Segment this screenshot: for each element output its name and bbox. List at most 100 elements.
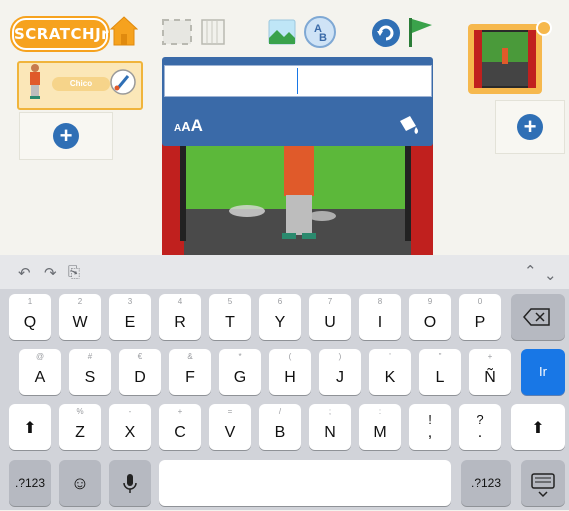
key-hint: = bbox=[227, 407, 233, 416]
key-label: D bbox=[134, 369, 146, 386]
keyboard-toolbar bbox=[0, 255, 569, 289]
key-label: O bbox=[423, 314, 437, 331]
emoji-icon[interactable]: ☺ bbox=[59, 460, 101, 506]
key-f[interactable]: & F bbox=[169, 349, 211, 395]
key-n-tilde[interactable]: + Ñ bbox=[469, 349, 511, 395]
key-label: H bbox=[284, 369, 296, 386]
next-field-icon[interactable]: ⌄ bbox=[544, 266, 557, 284]
key-label: Y bbox=[274, 314, 286, 331]
key-hint: 0 bbox=[477, 297, 483, 306]
text-tool-icon[interactable]: A B bbox=[303, 15, 337, 49]
key-v[interactable]: = V bbox=[209, 404, 251, 450]
key-label: X bbox=[124, 424, 136, 441]
key-label: Ñ bbox=[484, 369, 496, 386]
numbers-key-right[interactable]: .?123 bbox=[461, 460, 511, 506]
backspace-key[interactable] bbox=[511, 294, 565, 340]
microphone-glyph bbox=[123, 474, 137, 493]
font-size-button[interactable]: AAA bbox=[174, 116, 220, 140]
key-n[interactable]: ; N bbox=[309, 404, 351, 450]
key-s[interactable]: # S bbox=[69, 349, 111, 395]
text-input[interactable] bbox=[164, 65, 432, 97]
key-label: R bbox=[174, 314, 186, 331]
key-w[interactable]: 2W bbox=[59, 294, 101, 340]
character-name-label: Chico bbox=[52, 77, 110, 91]
keyboard-glyph bbox=[531, 473, 555, 498]
svg-text:B: B bbox=[319, 32, 327, 44]
key-q[interactable]: 1Q bbox=[9, 294, 51, 340]
key-o[interactable]: 9O bbox=[409, 294, 451, 340]
key-label: W bbox=[72, 314, 88, 331]
key-u[interactable]: 7U bbox=[309, 294, 351, 340]
key-label: . bbox=[477, 424, 483, 441]
add-character-button[interactable]: + bbox=[19, 112, 113, 160]
key-hint: / bbox=[278, 407, 282, 416]
paint-editor-icon[interactable] bbox=[109, 68, 137, 96]
fullscreen-icon[interactable] bbox=[160, 17, 194, 47]
key-hint: % bbox=[76, 407, 84, 416]
numbers-key-left[interactable]: .?123 bbox=[9, 460, 51, 506]
key-comma[interactable]: !, bbox=[409, 404, 451, 450]
key-l[interactable]: " L bbox=[419, 349, 461, 395]
key-label: Q bbox=[23, 314, 37, 331]
key-h[interactable]: (H bbox=[269, 349, 311, 395]
key-a[interactable]: @ A bbox=[19, 349, 61, 395]
key-hint: " bbox=[438, 352, 442, 361]
plus-icon: + bbox=[517, 114, 543, 140]
key-label: V bbox=[224, 424, 236, 441]
key-c[interactable]: + C bbox=[159, 404, 201, 450]
hide-keyboard-icon[interactable] bbox=[521, 460, 565, 506]
redo-icon[interactable]: ↷ bbox=[44, 264, 57, 282]
font-size-medium: A bbox=[181, 119, 191, 134]
key-label: S bbox=[84, 369, 96, 386]
key-b[interactable]: / B bbox=[259, 404, 301, 450]
key-p[interactable]: 0P bbox=[459, 294, 501, 340]
key-label: J bbox=[336, 369, 344, 386]
shift-key-right[interactable]: ⬆ bbox=[511, 404, 565, 450]
key-hint: ' bbox=[389, 352, 391, 361]
key-period[interactable]: ?. bbox=[459, 404, 501, 450]
key-d[interactable]: € D bbox=[119, 349, 161, 395]
key-label: C bbox=[174, 424, 186, 441]
microphone-icon[interactable] bbox=[109, 460, 151, 506]
space-bar[interactable] bbox=[159, 460, 451, 506]
key-e[interactable]: 3E bbox=[109, 294, 151, 340]
key-x[interactable]: -X bbox=[109, 404, 151, 450]
key-m[interactable]: :M bbox=[359, 404, 401, 450]
home-icon[interactable] bbox=[109, 15, 139, 47]
key-hint: @ bbox=[35, 352, 45, 361]
background-picker-icon[interactable] bbox=[268, 19, 296, 45]
previous-field-icon[interactable]: ⌃ bbox=[524, 262, 537, 280]
key-t[interactable]: 5T bbox=[209, 294, 251, 340]
key-hint: + bbox=[487, 352, 493, 361]
green-flag-icon[interactable] bbox=[406, 16, 434, 48]
key-hint: # bbox=[87, 352, 93, 361]
key-y[interactable]: 6Y bbox=[259, 294, 301, 340]
key-i[interactable]: 8I bbox=[359, 294, 401, 340]
key-hint: & bbox=[187, 352, 193, 361]
text-color-icon[interactable] bbox=[396, 113, 422, 139]
key-r[interactable]: 4R bbox=[159, 294, 201, 340]
key-hint: 7 bbox=[327, 297, 333, 306]
key-label: , bbox=[427, 424, 433, 441]
reset-characters-icon[interactable] bbox=[371, 18, 401, 48]
page-number-badge bbox=[536, 20, 552, 36]
add-page-button[interactable]: + bbox=[495, 100, 565, 154]
key-label: K bbox=[384, 369, 396, 386]
paste-icon[interactable]: ⎘ bbox=[68, 264, 80, 281]
undo-icon[interactable]: ↶ bbox=[18, 264, 31, 282]
key-g[interactable]: * G bbox=[219, 349, 261, 395]
key-j[interactable]: ) J bbox=[319, 349, 361, 395]
key-label: A bbox=[34, 369, 46, 386]
shift-key-left[interactable]: ⬆ bbox=[9, 404, 51, 450]
return-key[interactable]: Ir bbox=[521, 349, 565, 395]
character-thumbnail-icon bbox=[28, 63, 42, 101]
page-thumbnail[interactable] bbox=[468, 24, 542, 94]
key-z[interactable]: % Z bbox=[59, 404, 101, 450]
key-label: G bbox=[233, 369, 247, 386]
key-label: F bbox=[185, 369, 195, 386]
key-label: U bbox=[324, 314, 336, 331]
grid-icon[interactable] bbox=[200, 18, 226, 46]
key-k[interactable]: ' K bbox=[369, 349, 411, 395]
key-hint: - bbox=[128, 407, 132, 416]
scratchjr-logo[interactable]: SCRATCHJr bbox=[12, 18, 109, 50]
